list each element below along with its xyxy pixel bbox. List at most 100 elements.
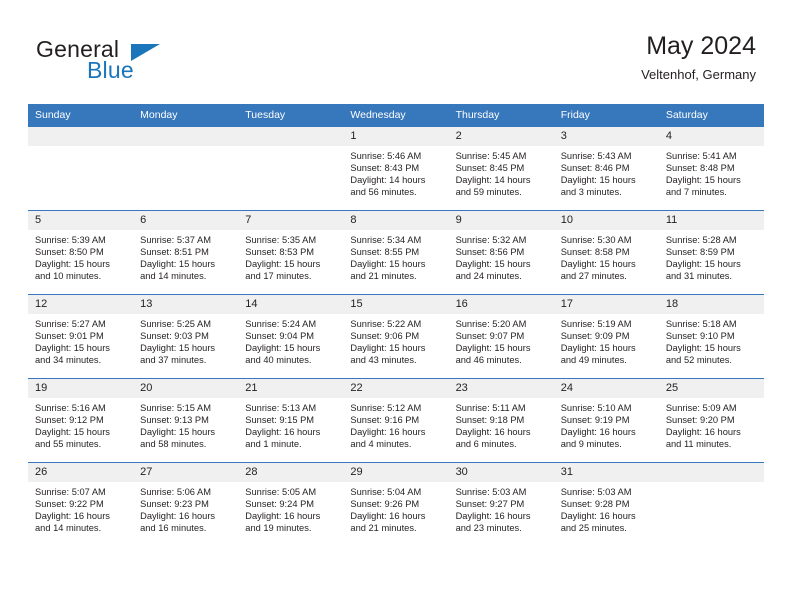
calendar-day-cell[interactable]: 30 Sunrise: 5:03 AM Sunset: 9:27 PM Dayligh… (448, 462, 554, 546)
calendar-day-cell[interactable]: 27 Sunrise: 5:06 AM Sunset: 9:23 PM Dayligh… (133, 462, 239, 546)
sunset-time: Sunset: 9:09 PM (560, 331, 630, 342)
day-details: Sunrise: 5:10 AM Sunset: 9:19 PM Daylight:… (554, 398, 659, 450)
calendar-day-cell[interactable]: 3 Sunrise: 5:43 AM Sunset: 8:46 PM Daylight… (553, 127, 659, 211)
calendar-day-cell[interactable]: 7 Sunrise: 5:35 AM Sunset: 8:53 PM Daylight… (238, 210, 344, 295)
calendar-day-cell[interactable]: 1 Sunrise: 5:46 AM Sunset: 8:43 PM Daylight… (343, 127, 449, 211)
general-blue-logo[interactable]: General Blue (36, 36, 236, 92)
calendar-day-cell[interactable]: 20 Sunrise: 5:15 AM Sunset: 9:13 PM Dayligh… (133, 378, 239, 463)
calendar-day-cell[interactable]: 8 Sunrise: 5:34 AM Sunset: 8:55 PM Daylight… (343, 210, 449, 295)
calendar-day-cell[interactable]: 14 Sunrise: 5:24 AM Sunset: 9:04 PM Dayligh… (238, 294, 344, 379)
sunrise-time: Sunrise: 5:10 AM (560, 403, 632, 413)
day-number: 15 (343, 295, 449, 314)
sunset-time: Sunset: 9:15 PM (245, 415, 315, 426)
day-details: Sunrise: 5:24 AM Sunset: 9:04 PM Daylight:… (238, 314, 343, 366)
calendar-day-cell[interactable]: 29 Sunrise: 5:04 AM Sunset: 9:26 PM Dayligh… (343, 462, 449, 546)
calendar-day-cell[interactable]: 12 Sunrise: 5:27 AM Sunset: 9:01 PM Dayligh… (28, 294, 134, 379)
calendar-body: 1 Sunrise: 5:46 AM Sunset: 8:43 PM Daylight… (28, 127, 764, 546)
calendar-week-row: 5 Sunrise: 5:39 AM Sunset: 8:50 PM Daylight… (28, 210, 764, 295)
sunset-time: Sunset: 8:43 PM (350, 163, 420, 174)
day-details: Sunrise: 5:22 AM Sunset: 9:06 PM Daylight:… (343, 314, 448, 366)
calendar-day-cell[interactable]: 23 Sunrise: 5:11 AM Sunset: 9:18 PM Dayligh… (448, 378, 554, 463)
day-details: Sunrise: 5:06 AM Sunset: 9:23 PM Daylight:… (133, 482, 238, 534)
day-details: Sunrise: 5:43 AM Sunset: 8:46 PM Daylight:… (554, 146, 659, 198)
day-number: 16 (448, 295, 554, 314)
calendar-day-cell-empty (238, 127, 344, 211)
sunrise-time: Sunrise: 5:45 AM (455, 151, 527, 161)
day-number: 14 (238, 295, 344, 314)
calendar-day-cell[interactable]: 22 Sunrise: 5:12 AM Sunset: 9:16 PM Dayligh… (343, 378, 449, 463)
daylight-duration-line-2: and 34 minutes. (35, 355, 102, 366)
calendar-day-cell[interactable]: 26 Sunrise: 5:07 AM Sunset: 9:22 PM Dayligh… (28, 462, 134, 546)
daylight-duration-line-1: Daylight: 15 hours (350, 343, 426, 354)
daylight-duration-line-2: and 11 minutes. (665, 439, 732, 450)
day-details: Sunrise: 5:46 AM Sunset: 8:43 PM Daylight:… (343, 146, 448, 198)
calendar-day-cell[interactable]: 5 Sunrise: 5:39 AM Sunset: 8:50 PM Daylight… (28, 210, 134, 295)
sunrise-time: Sunrise: 5:39 AM (35, 235, 106, 245)
calendar-day-cell[interactable]: 4 Sunrise: 5:41 AM Sunset: 8:48 PM Daylight… (658, 127, 764, 211)
daylight-duration-line-2: and 31 minutes. (665, 271, 732, 282)
weekday-header-tuesday: Tuesday (238, 104, 344, 127)
sunrise-time: Sunrise: 5:41 AM (665, 151, 737, 161)
calendar-week-row: 1 Sunrise: 5:46 AM Sunset: 8:43 PM Daylight… (28, 127, 764, 211)
sunset-time: Sunset: 9:13 PM (140, 415, 209, 426)
daylight-duration-line-2: and 40 minutes. (245, 355, 312, 366)
calendar-day-cell[interactable]: 15 Sunrise: 5:22 AM Sunset: 9:06 PM Dayligh… (343, 294, 449, 379)
day-number: 27 (133, 463, 239, 482)
day-details: Sunrise: 5:41 AM Sunset: 8:48 PM Daylight:… (659, 146, 764, 198)
day-details: Sunrise: 5:30 AM Sunset: 8:58 PM Daylight:… (554, 230, 659, 282)
daylight-duration-line-2: and 4 minutes. (350, 439, 412, 450)
sunset-time: Sunset: 9:10 PM (665, 331, 735, 342)
day-number: 3 (553, 127, 659, 146)
calendar-day-cell[interactable]: 10 Sunrise: 5:30 AM Sunset: 8:58 PM Dayligh… (553, 210, 659, 295)
day-details: Sunrise: 5:05 AM Sunset: 9:24 PM Daylight:… (238, 482, 343, 534)
title-block: May 2024 Veltenhof, Germany (641, 30, 756, 85)
calendar-day-cell[interactable]: 9 Sunrise: 5:32 AM Sunset: 8:56 PM Daylight… (448, 210, 554, 295)
day-details: Sunrise: 5:13 AM Sunset: 9:15 PM Daylight:… (238, 398, 343, 450)
daylight-duration-line-2: and 52 minutes. (665, 355, 732, 366)
calendar-day-cell[interactable]: 25 Sunrise: 5:09 AM Sunset: 9:20 PM Dayligh… (658, 378, 764, 463)
page-subtitle: Veltenhof, Germany (641, 67, 756, 82)
calendar-day-cell[interactable]: 24 Sunrise: 5:10 AM Sunset: 9:19 PM Dayligh… (553, 378, 659, 463)
sunrise-time: Sunrise: 5:34 AM (350, 235, 422, 245)
sunrise-time: Sunrise: 5:46 AM (350, 151, 422, 161)
daylight-duration-line-2: and 49 minutes. (560, 355, 627, 366)
daylight-duration-line-2: and 14 minutes. (140, 271, 207, 282)
calendar-day-cell[interactable]: 28 Sunrise: 5:05 AM Sunset: 9:24 PM Dayligh… (238, 462, 344, 546)
sunset-time: Sunset: 9:04 PM (245, 331, 315, 342)
day-number: 21 (238, 379, 344, 398)
sunrise-time: Sunrise: 5:03 AM (560, 487, 632, 497)
day-details: Sunrise: 5:28 AM Sunset: 8:59 PM Daylight:… (659, 230, 764, 282)
day-number: 28 (238, 463, 344, 482)
daylight-duration-line-1: Daylight: 16 hours (35, 511, 110, 522)
calendar-day-cell[interactable]: 21 Sunrise: 5:13 AM Sunset: 9:15 PM Dayligh… (238, 378, 344, 463)
sunset-time: Sunset: 8:51 PM (140, 247, 209, 258)
daylight-duration-line-2: and 9 minutes. (560, 439, 622, 450)
sunset-time: Sunset: 9:26 PM (350, 499, 420, 510)
day-details: Sunrise: 5:37 AM Sunset: 8:51 PM Daylight:… (133, 230, 238, 282)
day-number: 7 (238, 211, 344, 230)
daylight-duration-line-2: and 27 minutes. (560, 271, 627, 282)
calendar-day-cell[interactable]: 11 Sunrise: 5:28 AM Sunset: 8:59 PM Dayligh… (658, 210, 764, 295)
calendar-day-cell[interactable]: 18 Sunrise: 5:18 AM Sunset: 9:10 PM Dayligh… (658, 294, 764, 379)
calendar-day-cell[interactable]: 19 Sunrise: 5:16 AM Sunset: 9:12 PM Dayligh… (28, 378, 134, 463)
day-number (133, 127, 239, 146)
day-details: Sunrise: 5:19 AM Sunset: 9:09 PM Daylight:… (554, 314, 659, 366)
day-details: Sunrise: 5:18 AM Sunset: 9:10 PM Daylight:… (659, 314, 764, 366)
calendar-day-cell[interactable]: 2 Sunrise: 5:45 AM Sunset: 8:45 PM Daylight… (448, 127, 554, 211)
daylight-duration-line-2: and 17 minutes. (245, 271, 312, 282)
calendar-week-row: 12 Sunrise: 5:27 AM Sunset: 9:01 PM Dayligh… (28, 294, 764, 379)
sunset-time: Sunset: 9:28 PM (560, 499, 630, 510)
sunrise-time: Sunrise: 5:27 AM (35, 319, 106, 329)
calendar-day-cell[interactable]: 13 Sunrise: 5:25 AM Sunset: 9:03 PM Dayligh… (133, 294, 239, 379)
calendar-day-cell[interactable]: 31 Sunrise: 5:03 AM Sunset: 9:28 PM Dayligh… (553, 462, 659, 546)
day-number: 19 (28, 379, 134, 398)
calendar-day-cell[interactable]: 6 Sunrise: 5:37 AM Sunset: 8:51 PM Daylight… (133, 210, 239, 295)
calendar-day-cell[interactable]: 16 Sunrise: 5:20 AM Sunset: 9:07 PM Dayligh… (448, 294, 554, 379)
sunset-time: Sunset: 8:53 PM (245, 247, 315, 258)
sunset-time: Sunset: 9:19 PM (560, 415, 630, 426)
daylight-duration-line-1: Daylight: 16 hours (455, 511, 531, 522)
sunrise-time: Sunrise: 5:03 AM (455, 487, 527, 497)
day-number (238, 127, 344, 146)
daylight-duration-line-1: Daylight: 15 hours (245, 343, 321, 354)
calendar-day-cell[interactable]: 17 Sunrise: 5:19 AM Sunset: 9:09 PM Dayligh… (553, 294, 659, 379)
